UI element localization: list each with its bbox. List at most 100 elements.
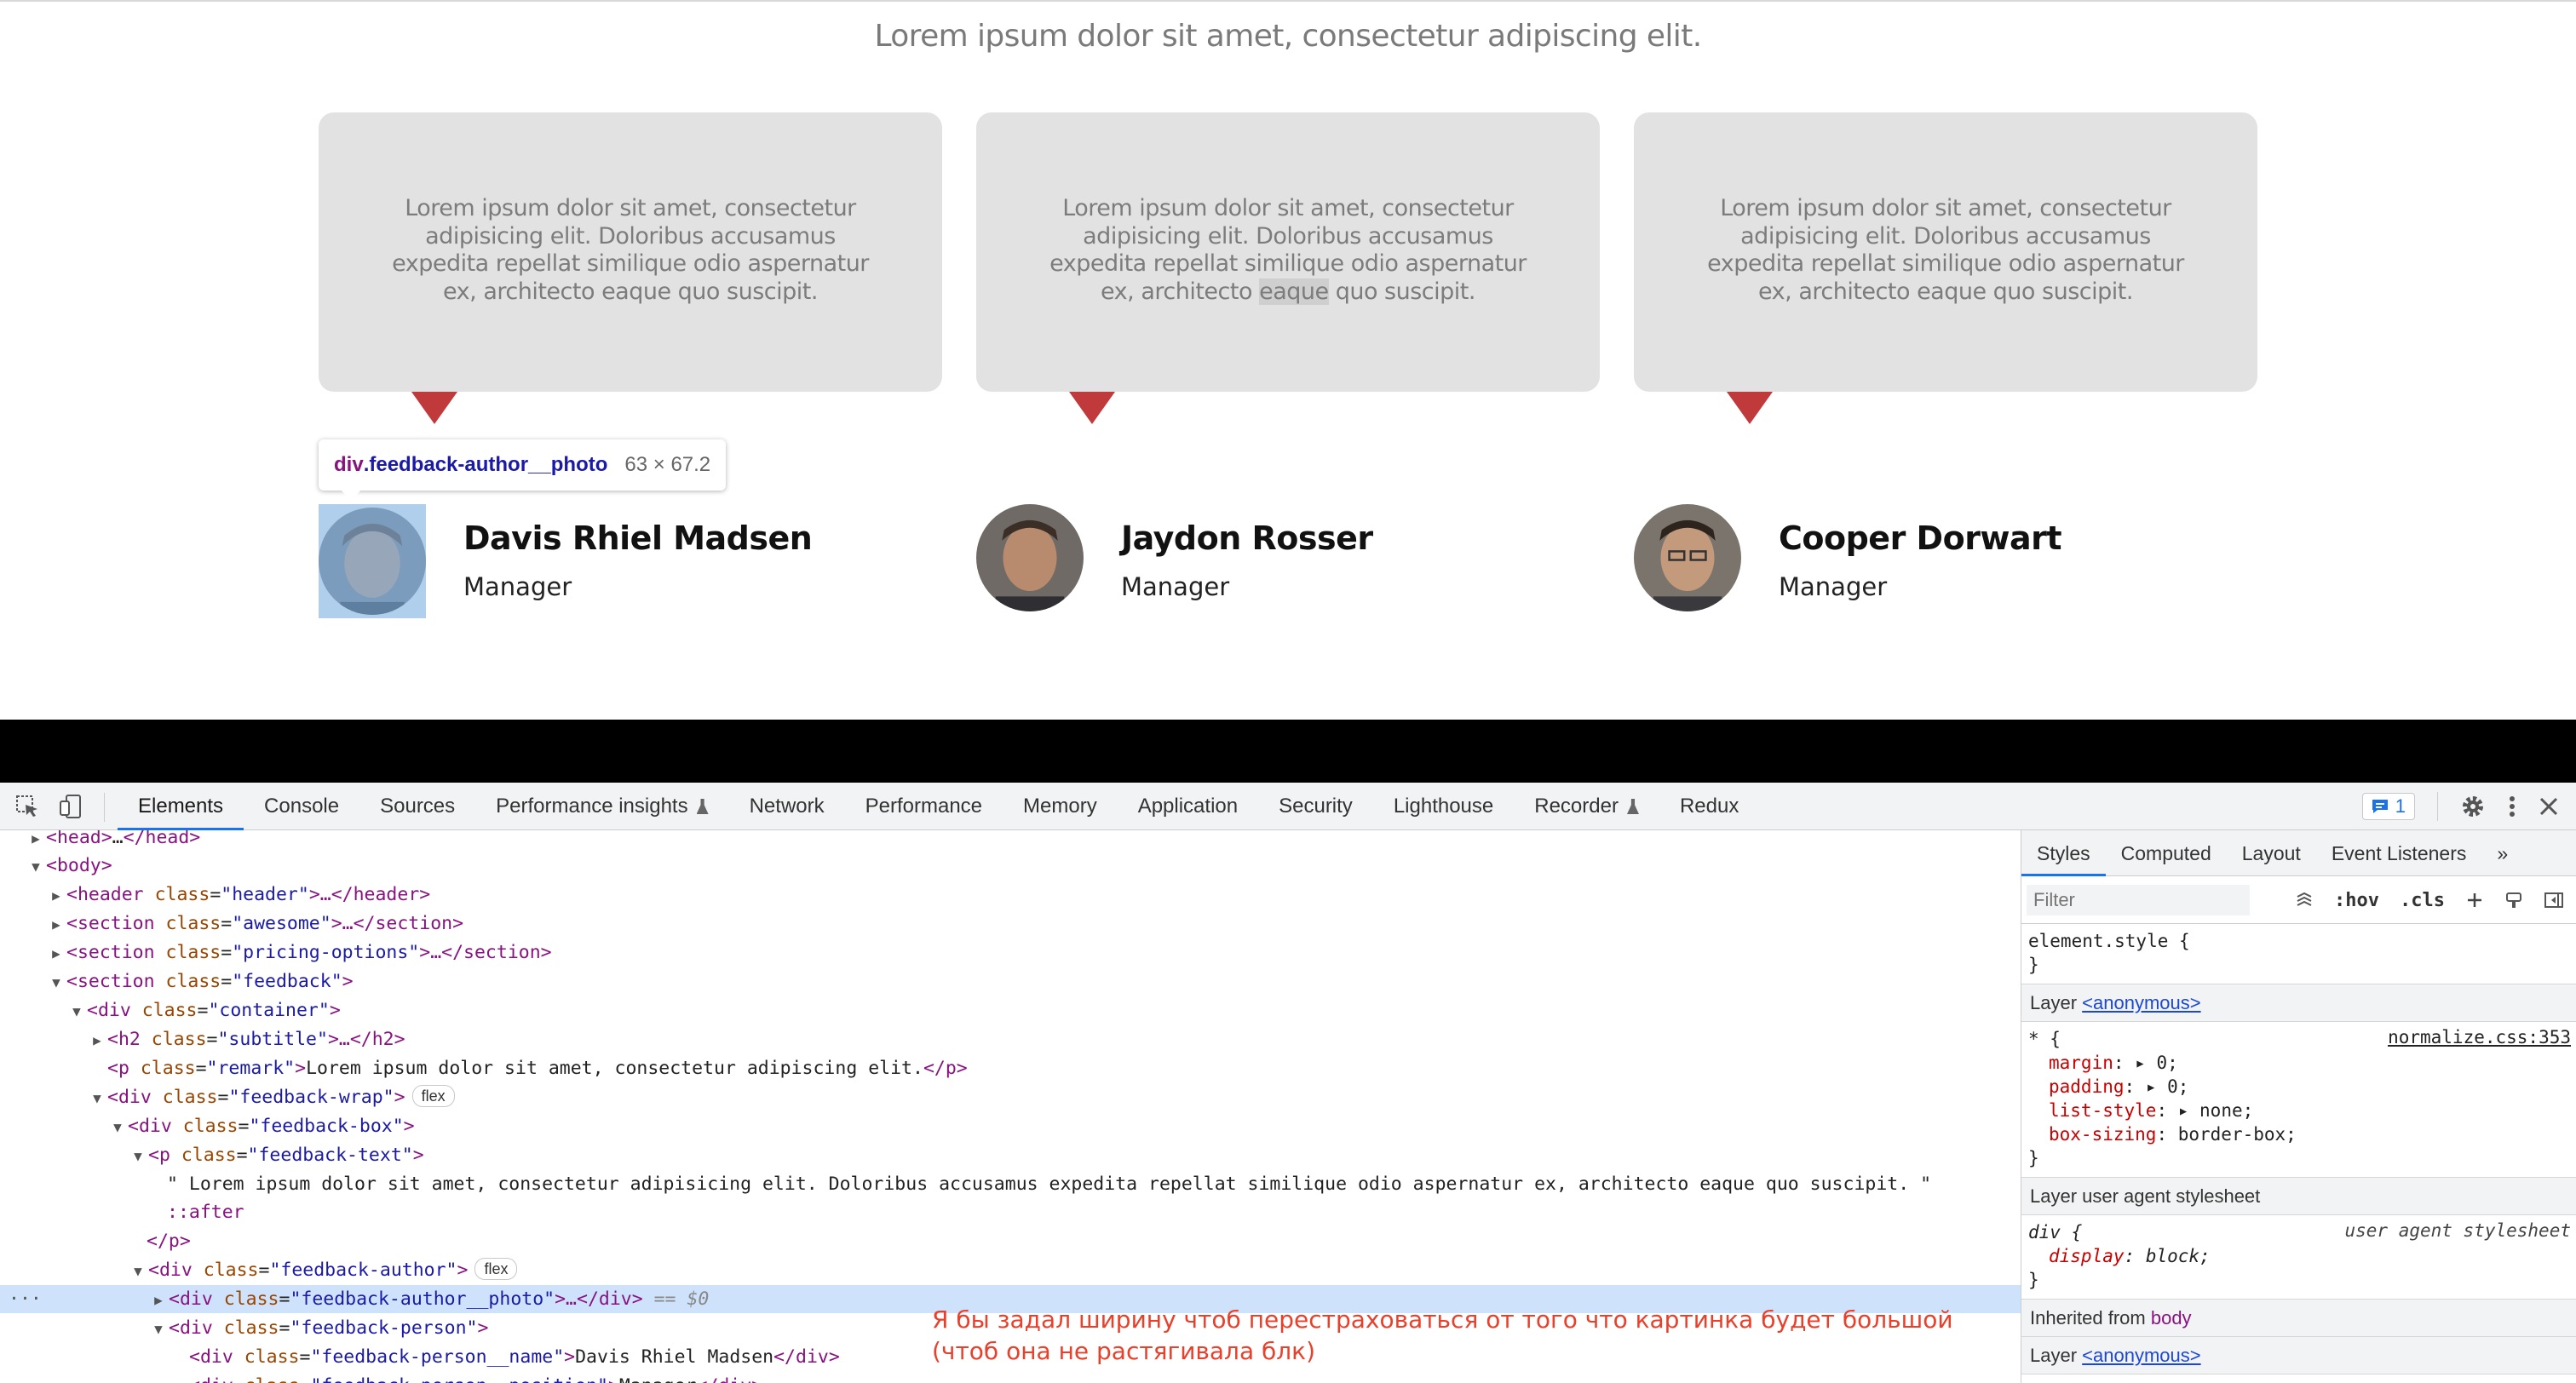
universal-rule[interactable]: normalize.css:353 * { margin: ▸ 0; paddi… bbox=[2021, 1022, 2576, 1178]
tab-security[interactable]: Security bbox=[1258, 783, 1373, 830]
feedback-box-2: Lorem ipsum dolor sit amet, consectetur … bbox=[976, 112, 1600, 392]
layer-link[interactable]: <anonymous> bbox=[2082, 1345, 2200, 1366]
styles-tabs: Styles Computed Layout Event Listeners » bbox=[2021, 830, 2576, 876]
layer-header: Layer <anonymous> bbox=[2021, 984, 2576, 1022]
layer-header: Layer user agent stylesheet bbox=[2021, 1178, 2576, 1215]
inherited-element[interactable]: body bbox=[2151, 1307, 2192, 1328]
tab-layout[interactable]: Layout bbox=[2227, 830, 2316, 876]
more-tabs-chevron-icon[interactable]: » bbox=[2481, 830, 2523, 876]
issues-counter-button[interactable]: 1 bbox=[2361, 793, 2415, 820]
dom-node[interactable]: <p class="remark">Lorem ipsum dolor sit … bbox=[0, 1054, 2021, 1082]
user-agent-rule: user agent stylesheet div { display: blo… bbox=[2021, 1215, 2576, 1300]
person-name: Davis Rhiel Madsen bbox=[463, 519, 813, 557]
tab-styles[interactable]: Styles bbox=[2021, 830, 2106, 876]
dom-node[interactable]: ▼ <p class="feedback-text"> bbox=[0, 1141, 2021, 1169]
css-declaration[interactable]: margin: ▸ 0; bbox=[2028, 1051, 2569, 1075]
feedback-text: Lorem ipsum dolor sit amet, consectetur … bbox=[392, 195, 869, 305]
dom-text-node[interactable]: " Lorem ipsum dolor sit amet, consectetu… bbox=[0, 1170, 2021, 1198]
tooltip-arrow bbox=[341, 490, 361, 502]
styles-tools: :hov .cls bbox=[2295, 876, 2564, 924]
tab-computed[interactable]: Computed bbox=[2106, 830, 2227, 876]
feedback-pointer bbox=[1069, 392, 1115, 424]
dom-node[interactable]: ▶ <section class="pricing-options">…</sec… bbox=[0, 938, 2021, 967]
tab-network[interactable]: Network bbox=[729, 783, 845, 830]
tooltip-tag: div bbox=[334, 453, 364, 476]
feedback-box-1: Lorem ipsum dolor sit amet, consectetur … bbox=[319, 112, 942, 392]
inspect-tooltip: div .feedback-author__photo 63 × 67.2 bbox=[319, 439, 727, 491]
settings-gear-icon[interactable] bbox=[2460, 794, 2486, 819]
styles-filter-input[interactable] bbox=[2027, 885, 2250, 915]
tab-performance[interactable]: Performance bbox=[845, 783, 1003, 830]
dom-node[interactable]: ▼ <div class="container"> bbox=[0, 996, 2021, 1024]
remark-text: Lorem ipsum dolor sit amet, consectetur … bbox=[874, 19, 1702, 54]
cls-toggle[interactable]: .cls bbox=[2400, 890, 2445, 911]
inspect-element-icon[interactable] bbox=[14, 793, 41, 820]
tab-application[interactable]: Application bbox=[1118, 783, 1258, 830]
tooltip-size: 63 × 67.2 bbox=[624, 453, 711, 476]
tab-sources[interactable]: Sources bbox=[359, 783, 475, 830]
author-photo bbox=[976, 504, 1084, 611]
tab-memory[interactable]: Memory bbox=[1003, 783, 1118, 830]
tab-performance-insights[interactable]: Performance insights bbox=[475, 783, 728, 830]
dom-node-head[interactable]: ▶ <head>…</head> bbox=[0, 830, 2021, 852]
devtools-toolbar-right: 1 bbox=[2361, 783, 2559, 830]
device-toolbar-icon[interactable] bbox=[58, 793, 85, 820]
feedback-text: Lorem ipsum dolor sit amet, consectetur … bbox=[1049, 195, 1527, 305]
tab-redux[interactable]: Redux bbox=[1659, 783, 1759, 830]
viewport-gap bbox=[0, 720, 2576, 783]
tab-console[interactable]: Console bbox=[244, 783, 359, 830]
dom-node[interactable]: ▼ <div class="feedback-box"> bbox=[0, 1112, 2021, 1140]
experiment-flask-icon bbox=[696, 799, 709, 814]
feedback-pointer bbox=[1727, 392, 1773, 424]
person-name: Jaydon Rosser bbox=[1121, 519, 1373, 557]
devtools-tabbar: Elements Console Sources Performance ins… bbox=[0, 783, 2576, 830]
layer-link[interactable]: <anonymous> bbox=[2082, 992, 2200, 1013]
top-divider bbox=[0, 0, 2576, 2]
stylesheet-source-link[interactable]: normalize.css:353 bbox=[2388, 1027, 2571, 1047]
dom-node[interactable]: ▼ <section class="feedback"> bbox=[0, 967, 2021, 996]
more-options-icon[interactable] bbox=[2508, 794, 2516, 819]
devtools-panel: Elements Console Sources Performance ins… bbox=[0, 783, 2576, 1383]
css-declaration[interactable]: box-sizing: border-box; bbox=[2028, 1122, 2569, 1146]
issues-count: 1 bbox=[2395, 795, 2406, 817]
feedback-text: Lorem ipsum dolor sit amet, consectetur … bbox=[1707, 195, 2184, 305]
toggle-sidebar-icon[interactable] bbox=[2544, 891, 2564, 910]
person-position: Manager bbox=[1121, 572, 1230, 601]
flex-badge[interactable]: flex bbox=[474, 1258, 518, 1280]
dom-pseudo-node[interactable]: ::after bbox=[0, 1198, 2021, 1226]
user-agent-source: user agent stylesheet bbox=[2344, 1220, 2571, 1241]
tab-elements[interactable]: Elements bbox=[118, 783, 244, 830]
layer-header: Layer <anonymous> bbox=[2021, 1337, 2576, 1374]
tab-recorder[interactable]: Recorder bbox=[1514, 783, 1659, 830]
tooltip-class: .feedback-author__photo bbox=[363, 453, 608, 476]
css-declaration[interactable]: list-style: ▸ none; bbox=[2028, 1099, 2569, 1122]
dom-node[interactable]: ▼ <div class="feedback-author"> flex bbox=[0, 1256, 2021, 1284]
dom-close-tag[interactable]: </p> bbox=[0, 1227, 2021, 1255]
css-declaration[interactable]: padding: ▸ 0; bbox=[2028, 1075, 2569, 1099]
tab-lighthouse[interactable]: Lighthouse bbox=[1373, 783, 1514, 830]
toolbar-divider bbox=[2437, 792, 2438, 821]
author-photo bbox=[1634, 504, 1741, 611]
tabbar-divider bbox=[104, 793, 105, 822]
dom-node[interactable]: ▶ <h2 class="subtitle">…</h2> bbox=[0, 1025, 2021, 1053]
flex-badge[interactable]: flex bbox=[411, 1085, 455, 1107]
dom-node[interactable]: ▶ <section class="awesome">…</section> bbox=[0, 910, 2021, 938]
hov-toggle[interactable]: :hov bbox=[2334, 890, 2379, 911]
dom-node[interactable]: ▶ <header class="header">…</header> bbox=[0, 881, 2021, 909]
new-rule-plus-icon[interactable] bbox=[2465, 891, 2484, 910]
experiment-flask-icon bbox=[1626, 799, 1639, 814]
paint-brush-icon[interactable] bbox=[2504, 891, 2523, 910]
avatar-image bbox=[976, 504, 1084, 611]
devtools-tabs: Elements Console Sources Performance ins… bbox=[118, 783, 1759, 830]
more-actions-icon[interactable]: ··· bbox=[9, 1285, 42, 1313]
inspect-highlight-overlay bbox=[319, 504, 426, 618]
dom-node[interactable]: <div class="feedback-person__position">M… bbox=[0, 1372, 2021, 1383]
toggle-render-icon[interactable] bbox=[2295, 891, 2314, 910]
close-icon[interactable] bbox=[2539, 796, 2559, 817]
feedback-pointer bbox=[411, 392, 457, 424]
tab-event-listeners[interactable]: Event Listeners bbox=[2316, 830, 2482, 876]
dom-node-body[interactable]: ▼ <body> bbox=[0, 852, 2021, 880]
feedback-box-3: Lorem ipsum dolor sit amet, consectetur … bbox=[1634, 112, 2257, 392]
dom-node[interactable]: ▼ <div class="feedback-wrap"> flex bbox=[0, 1083, 2021, 1111]
element-style-rule[interactable]: element.style { } bbox=[2021, 924, 2576, 984]
